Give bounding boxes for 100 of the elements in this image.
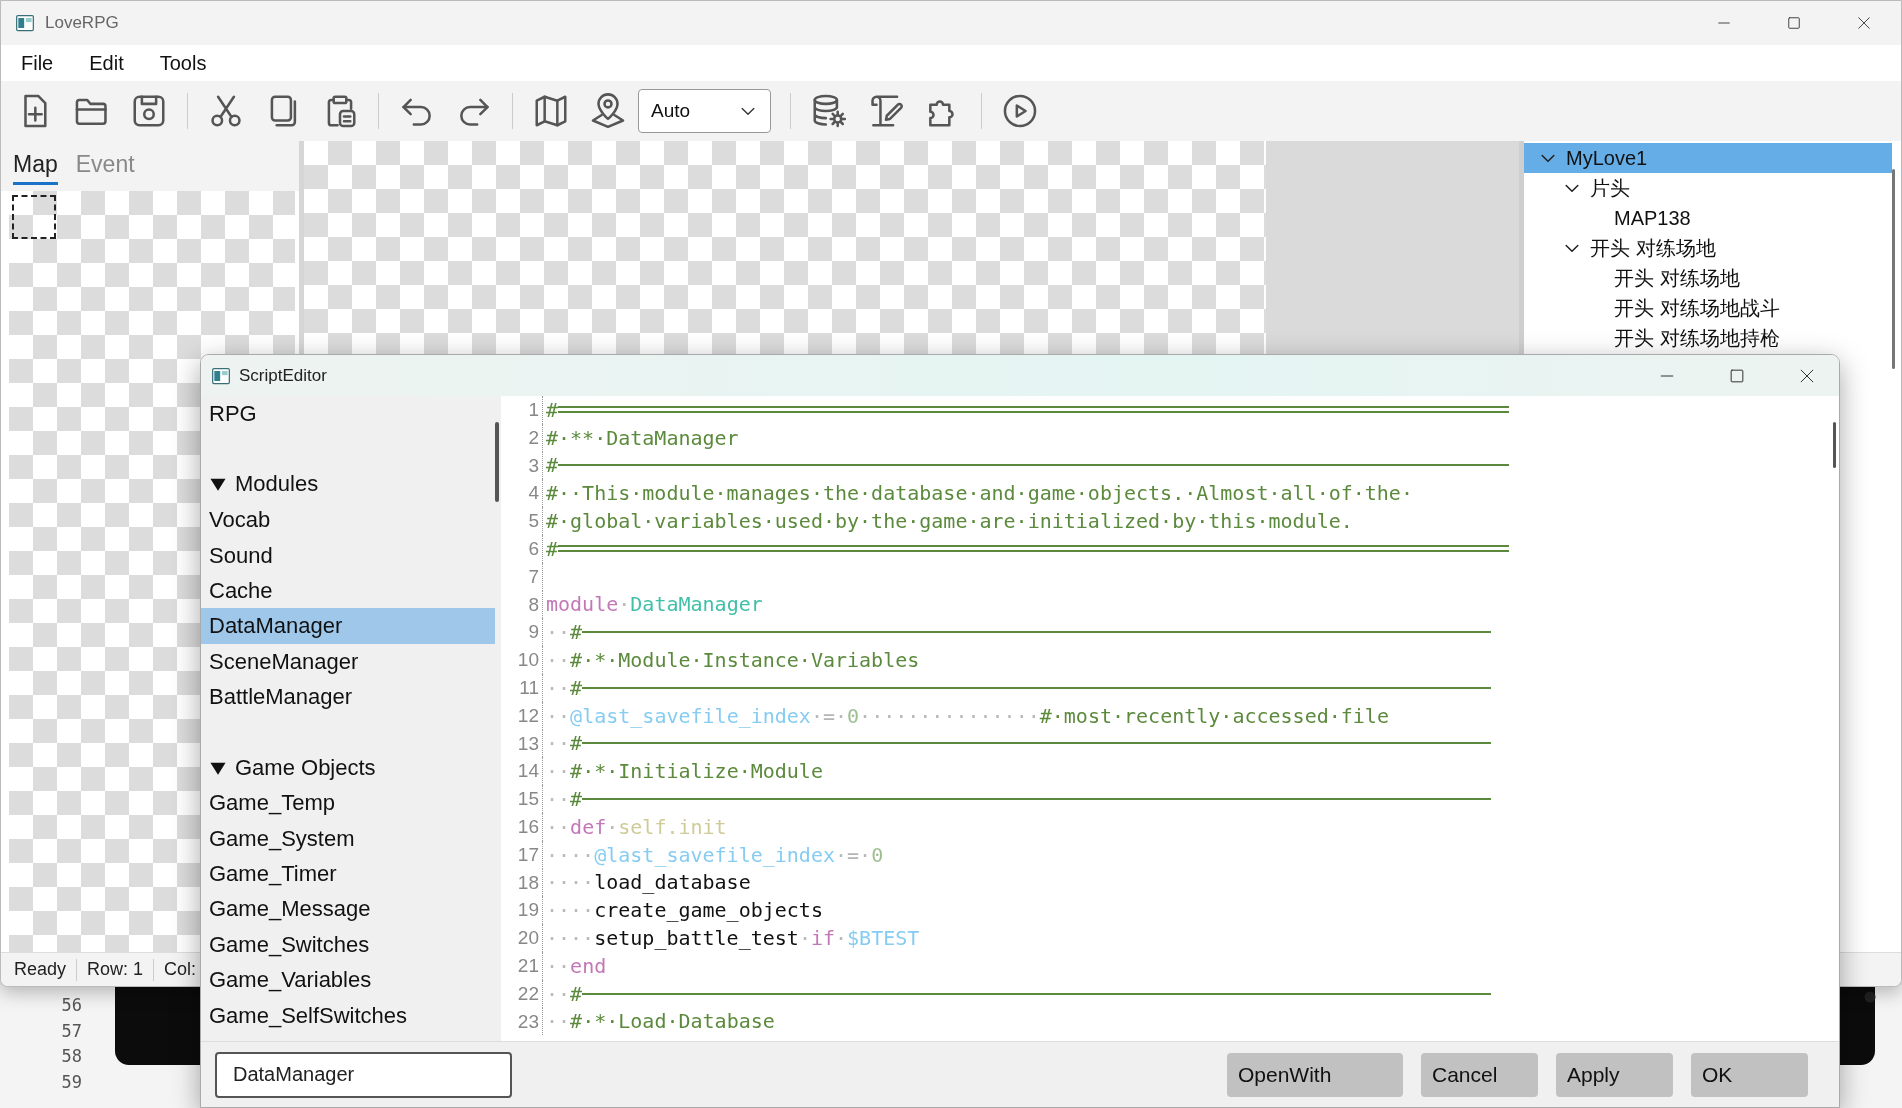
map-icon[interactable]	[532, 92, 570, 130]
tree-item[interactable]: 片头	[1524, 173, 1892, 203]
code-line: #··This·module·manages·the·database·and·game·objects.·Almost·all·of·the·	[546, 481, 1413, 506]
menu-item[interactable]: Edit	[89, 51, 124, 75]
script-list-item[interactable]: Game_Switches	[201, 926, 495, 963]
dialog-button[interactable]: Apply	[1556, 1052, 1673, 1097]
script-list-item[interactable]: BattleManager	[201, 679, 495, 715]
selection-marker	[12, 195, 56, 239]
line-number: 9	[501, 618, 543, 647]
line-number: 19	[501, 896, 543, 925]
code-line: #	[546, 453, 1510, 478]
line-number: 57	[61, 1019, 82, 1043]
play-icon[interactable]	[1001, 92, 1039, 130]
script-list-item[interactable]: Game_Timer	[201, 856, 495, 892]
code-line: #·**·DataManager	[546, 425, 739, 450]
code-line: ··#	[546, 731, 1492, 756]
code-line: ··#	[546, 675, 1492, 700]
line-number: 17	[501, 840, 543, 869]
name-field[interactable]: DataManager	[215, 1051, 512, 1098]
line-number: 23	[501, 1007, 543, 1036]
group-header[interactable]: Modules	[201, 466, 495, 503]
dialog-button[interactable]: OpenWith	[1227, 1052, 1403, 1097]
script-list-item[interactable]: Vocab	[201, 502, 495, 538]
code-line: ··#	[546, 787, 1492, 812]
dialog-button[interactable]: OK	[1691, 1052, 1808, 1097]
script-list-item[interactable]: Game_Temp	[201, 785, 495, 821]
line-number: 18	[501, 868, 543, 897]
script-list-item[interactable]: Game_Variables	[201, 962, 495, 998]
line-number: 8	[501, 590, 543, 619]
menu-item[interactable]: Tools	[159, 51, 207, 75]
dot-icon	[1864, 991, 1876, 1003]
script-list-item[interactable]: Cache	[201, 572, 495, 609]
code-line: ····@last_savefile_index·=·0	[546, 842, 884, 867]
line-number: 10	[501, 646, 543, 674]
line-number: 13	[501, 729, 543, 758]
line-number: 12	[501, 701, 543, 730]
line-number: 7	[501, 562, 543, 591]
script-list-item[interactable]: Game_SelfSwitches	[201, 997, 495, 1034]
scrollbar[interactable]	[1833, 422, 1836, 468]
line-number: 2	[501, 423, 543, 452]
code-line: ··#·*·Initialize·Module	[546, 759, 823, 784]
line-number: 15	[501, 785, 543, 813]
line-number: 16	[501, 812, 543, 841]
code-line: #	[546, 536, 1510, 561]
window-title: ScriptEditor	[239, 365, 327, 386]
code-line: ··#·*·Module·Instance·Variables	[546, 648, 920, 673]
tree-item[interactable]: 开头 对练场地持枪	[1524, 323, 1892, 353]
zoom-dropdown[interactable]: Auto	[638, 89, 771, 133]
line-number: 11	[501, 673, 543, 702]
code-line: #	[546, 397, 1510, 422]
database-gear-icon[interactable]	[810, 92, 848, 130]
line-number: 58	[61, 1045, 82, 1068]
code-line: #·global·variables·used·by·the·game·are·initialized·by·this·module.	[546, 509, 1353, 534]
status-text: Ready	[14, 959, 67, 980]
app-icon	[15, 13, 35, 33]
line-number: 56	[61, 994, 82, 1017]
code-line: ····create_game_objects	[546, 898, 823, 923]
save-icon[interactable]	[130, 92, 168, 130]
code-line: ····setup_battle_test·if·$BTEST	[546, 926, 920, 951]
script-list-item[interactable]: DataManager	[201, 608, 495, 644]
close-icon[interactable]	[1855, 14, 1873, 32]
tree-item[interactable]: 开头 对练场地	[1524, 263, 1892, 293]
line-number: 5	[501, 507, 543, 535]
tree-item[interactable]: MAP138	[1524, 203, 1892, 233]
panel-tab[interactable]: Map	[13, 147, 58, 185]
scrollbar[interactable]	[1892, 169, 1895, 369]
code-line: ··#	[546, 620, 1492, 645]
line-number: 21	[501, 951, 543, 980]
script-list-item[interactable]: Game_Message	[201, 891, 495, 927]
script-list-item[interactable]: SceneManager	[201, 643, 495, 680]
line-number: 6	[501, 535, 543, 563]
tree-item[interactable]: MyLove1	[1524, 143, 1892, 173]
tree-item[interactable]: 开头 对练场地战斗	[1524, 293, 1892, 323]
line-number: 1	[501, 396, 543, 424]
script-list-item[interactable]: RPG	[201, 396, 495, 432]
maximize-icon[interactable]	[1785, 14, 1803, 32]
tree-item[interactable]: 开头 对练场地	[1524, 233, 1892, 263]
line-number: 20	[501, 924, 543, 952]
status-text: Col:	[164, 959, 197, 980]
script-list-item[interactable]: Game_System	[201, 820, 495, 857]
code-line: module·DataManager	[546, 592, 763, 617]
line-number: 14	[501, 757, 543, 786]
menu-item[interactable]: File	[21, 51, 54, 75]
scrollbar[interactable]	[495, 422, 499, 502]
code-line: ··#·*·Load·Database	[546, 1009, 775, 1034]
window-title: LoveRPG	[45, 13, 119, 33]
code-line: ··end	[546, 953, 607, 978]
line-number: 22	[501, 979, 543, 1008]
code-line: ··def·self.init	[546, 814, 727, 839]
app-icon	[211, 365, 231, 386]
line-number: 59	[61, 1070, 82, 1094]
script-list-item[interactable]: Sound	[201, 537, 495, 573]
map-pin-icon[interactable]	[589, 92, 627, 130]
status-text: Row: 1	[87, 959, 144, 980]
code-line: ····load_database	[546, 870, 751, 895]
code-line: ··#	[546, 981, 1492, 1006]
group-header[interactable]: Game Objects	[201, 749, 495, 786]
dialog-button[interactable]: Cancel	[1421, 1052, 1538, 1097]
line-number: 4	[501, 479, 543, 508]
code-line: ··@last_savefile_index·=·0···············#·most·recently·accessed·file	[546, 703, 1389, 728]
